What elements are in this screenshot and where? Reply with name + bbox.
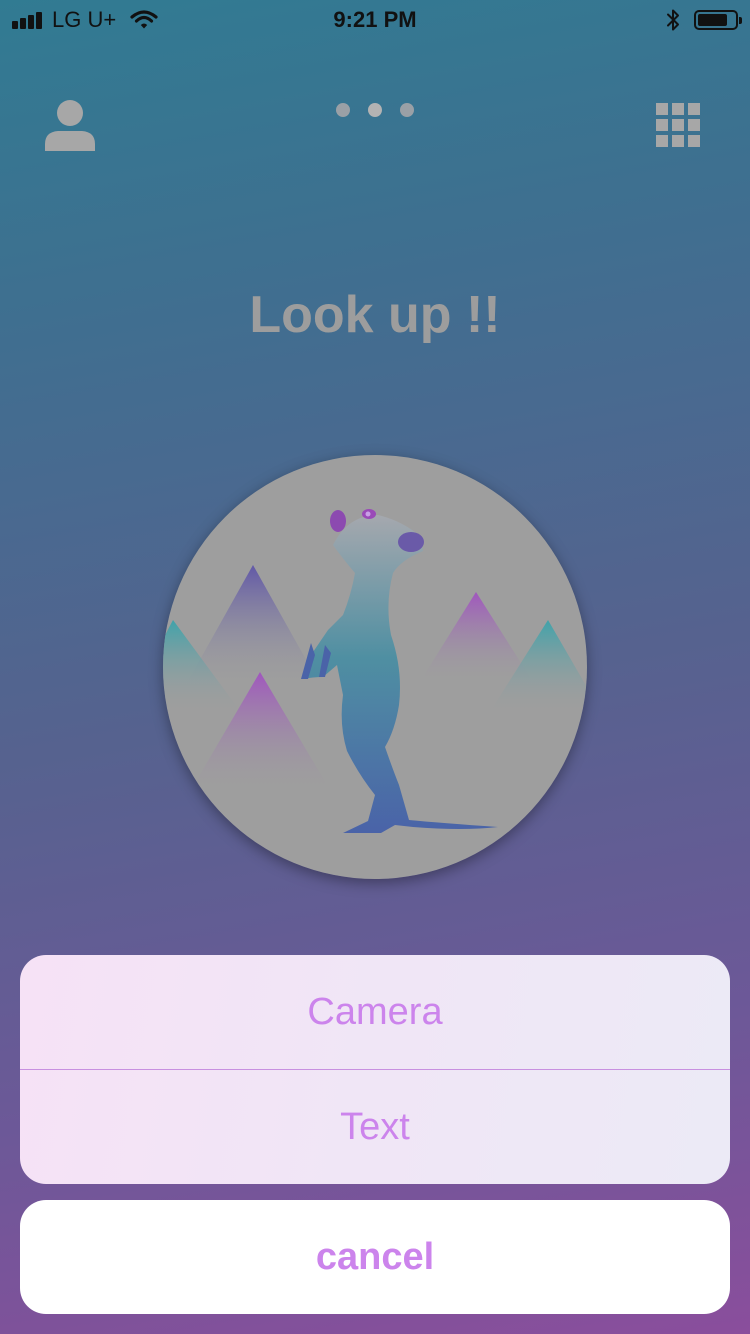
meerkat-mountains-illustration bbox=[163, 455, 587, 879]
battery-level-fill bbox=[698, 14, 727, 26]
grid-menu-icon bbox=[656, 103, 700, 147]
cancel-button[interactable]: cancel bbox=[20, 1200, 730, 1314]
status-bar-right bbox=[666, 7, 742, 33]
text-option-button[interactable]: Text bbox=[20, 1070, 730, 1184]
page-dot-active[interactable] bbox=[368, 103, 382, 117]
hero-image bbox=[163, 455, 587, 879]
camera-option-button[interactable]: Camera bbox=[20, 955, 730, 1069]
bluetooth-icon bbox=[667, 9, 679, 31]
status-bar: LG U+ 9:21 PM bbox=[0, 0, 750, 40]
status-time: 9:21 PM bbox=[333, 7, 417, 32]
person-icon bbox=[45, 100, 95, 151]
page-dot[interactable] bbox=[400, 103, 414, 117]
page-title: Look up !! bbox=[249, 286, 501, 344]
action-sheet: Camera Text bbox=[20, 955, 730, 1184]
grid-menu-button[interactable] bbox=[652, 99, 704, 151]
page-dot[interactable] bbox=[336, 103, 350, 117]
profile-button[interactable] bbox=[40, 96, 100, 156]
page-indicator bbox=[332, 101, 418, 119]
battery-icon bbox=[694, 10, 742, 30]
